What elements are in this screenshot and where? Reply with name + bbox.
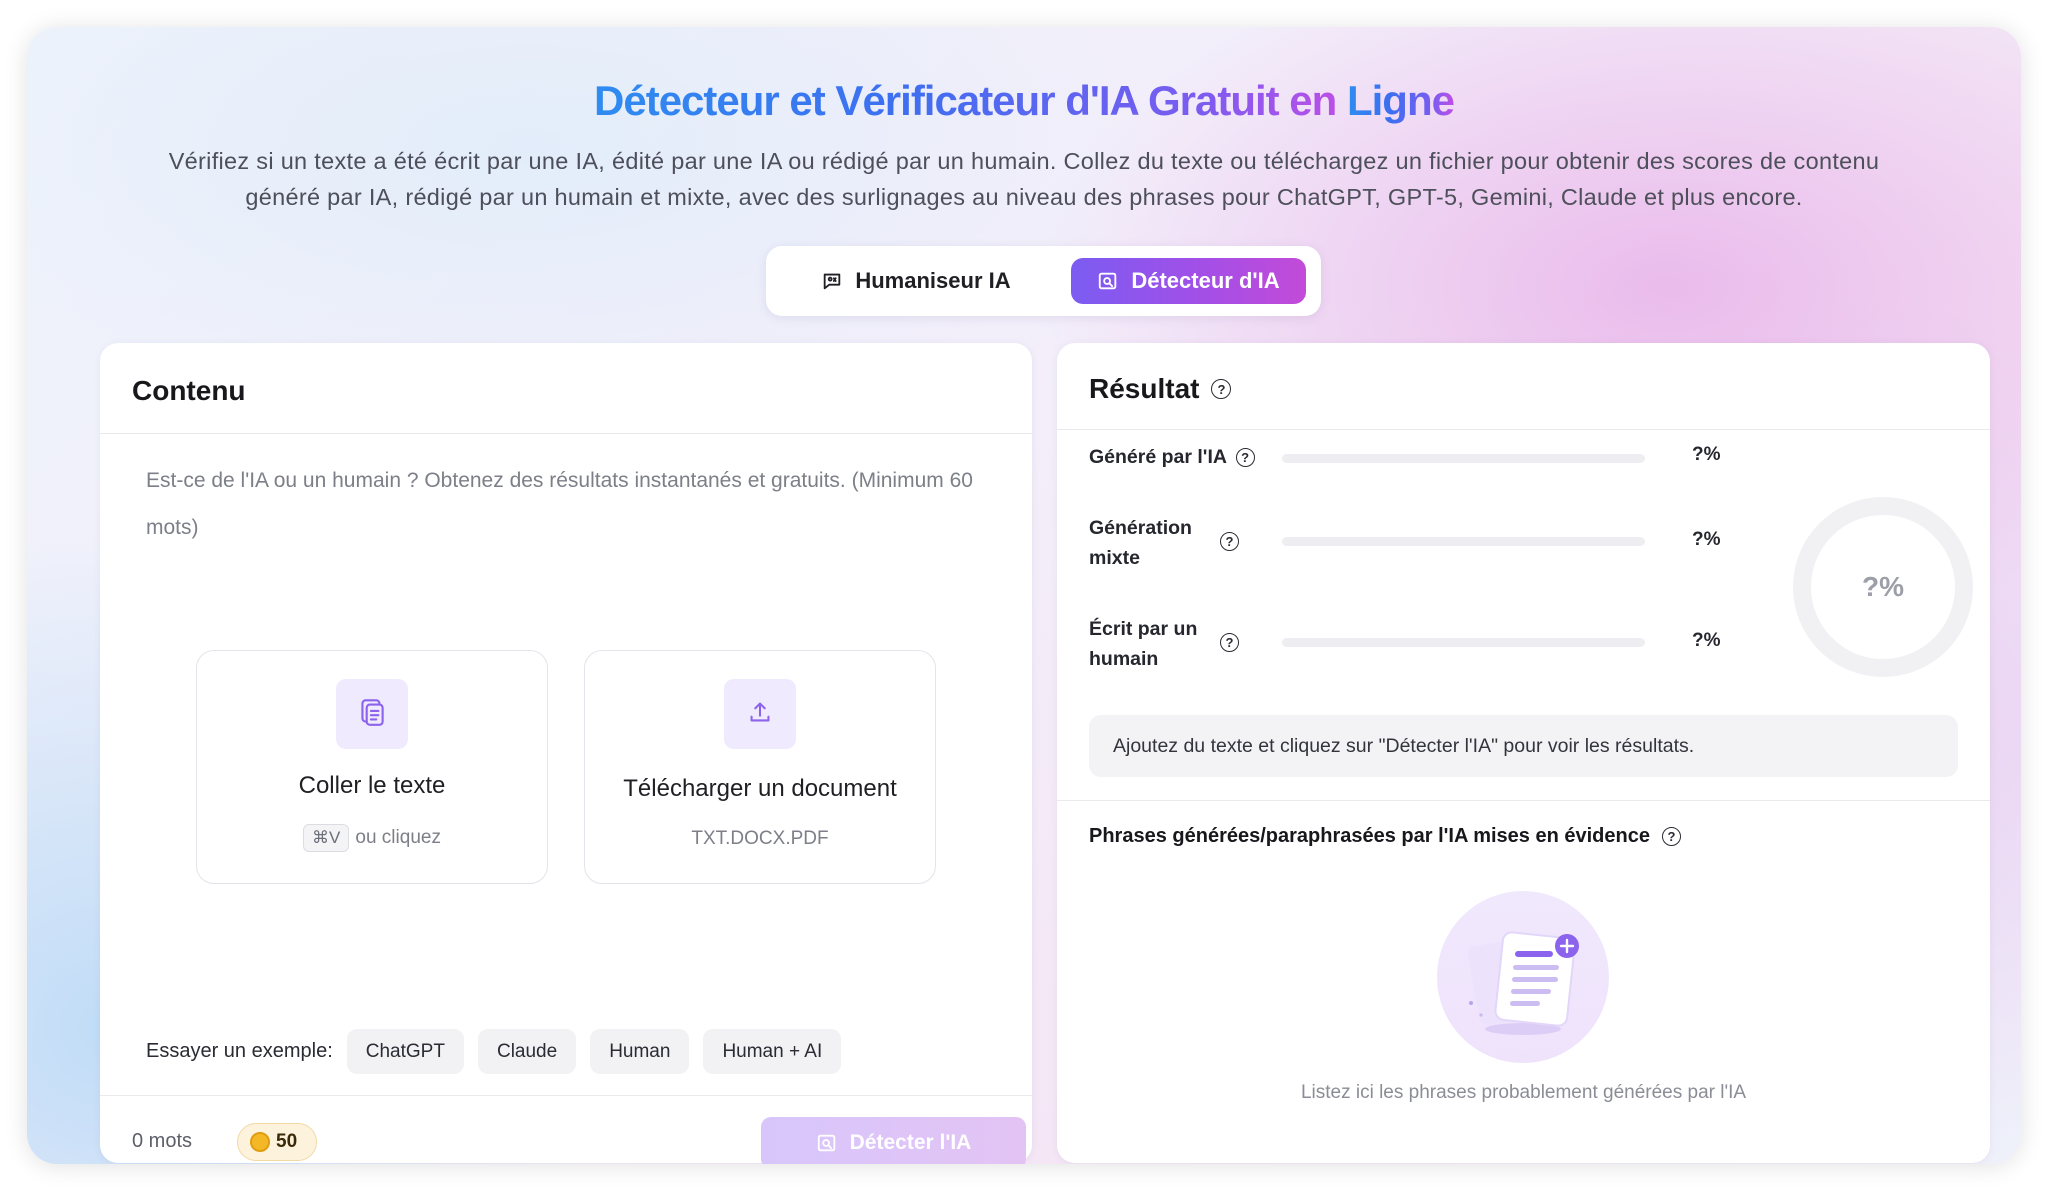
detector-icon (1097, 270, 1119, 292)
metric-mixed-bar (1282, 537, 1645, 546)
example-selector: Essayer un exemple: ChatGPT Claude Human… (146, 1029, 842, 1074)
paste-hint-text: ou cliquez (355, 827, 441, 848)
tab-detector[interactable]: Détecteur d'IA (1071, 258, 1306, 304)
result-title-text: Résultat (1089, 373, 1200, 404)
app-window: Détecteur et Vérificateur d'IA Gratuit e… (27, 27, 2021, 1164)
example-human-button[interactable]: Human (590, 1029, 690, 1074)
page-title-accent: Ligne (1346, 77, 1455, 124)
tab-humanizer[interactable]: Humaniseur IA (786, 258, 1046, 304)
tab-detector-label: Détecteur d'IA (1131, 268, 1280, 293)
content-header-divider (100, 433, 1032, 434)
metric-human-bar (1282, 638, 1645, 647)
detect-ai-button-label: Détecter l'IA (849, 1131, 972, 1154)
upload-icon (745, 697, 775, 732)
metric-mixed-value: ?% (1692, 529, 1721, 550)
coin-icon (250, 1132, 270, 1152)
highlighted-phrases-title-text: Phrases générées/paraphrasées par l'IA m… (1089, 825, 1650, 847)
word-count: 0 mots (132, 1130, 193, 1152)
result-notice: Ajoutez du texte et cliquez sur "Détecte… (1089, 715, 1958, 777)
score-ring: ?% (1793, 497, 1973, 677)
upload-document-button[interactable]: Télécharger un document TXT.DOCX.PDF (584, 650, 936, 884)
paste-text-button[interactable]: Coller le texte ⌘V ou cliquez (196, 650, 548, 884)
result-header-divider (1057, 429, 1990, 430)
page-title: Détecteur et Vérificateur d'IA Gratuit e… (27, 77, 2021, 125)
result-panel: Résultat ? Généré par l'IA ? ?% Générati… (1057, 343, 1990, 1163)
paste-shortcut-key: ⌘V (303, 824, 350, 852)
upload-icon-box (724, 679, 796, 749)
page-title-main: Détecteur et Vérificateur d'IA Gratuit e… (594, 77, 1347, 124)
text-input-area[interactable]: Est-ce de l'IA ou un humain ? Obtenez de… (146, 457, 1006, 551)
metric-mixed-help-icon[interactable]: ? (1220, 532, 1239, 551)
metric-ai-label-text: Généré par l'IA (1089, 446, 1227, 468)
paste-icon (355, 695, 389, 734)
empty-state-illustration (1437, 891, 1609, 1063)
mode-switch: Humaniseur IA Détecteur d'IA (766, 246, 1321, 316)
result-mid-divider (1057, 800, 1990, 801)
phrases-help-icon[interactable]: ? (1662, 827, 1681, 846)
metric-ai-generated-value: ?% (1692, 444, 1721, 465)
upload-formats: TXT.DOCX.PDF (691, 828, 829, 849)
content-panel: Contenu Est-ce de l'IA ou un humain ? Ob… (100, 343, 1032, 1164)
empty-state-text: Listez ici les phrases probablement géné… (1300, 1082, 1747, 1103)
metric-ai-generated-label: Généré par l'IA ? (1089, 442, 1255, 472)
content-footer-divider (100, 1095, 1032, 1096)
paste-text-label: Coller le texte (298, 772, 446, 799)
credits-value: 50 (276, 1131, 298, 1152)
example-human-ai-button[interactable]: Human + AI (703, 1029, 842, 1074)
example-claude-button[interactable]: Claude (477, 1029, 577, 1074)
result-panel-title: Résultat ? (1089, 373, 1232, 405)
credits-badge: 50 (237, 1123, 317, 1161)
tab-humanizer-label: Humaniseur IA (855, 268, 1011, 293)
result-help-icon[interactable]: ? (1211, 379, 1232, 399)
paste-text-hint: ⌘V ou cliquez (197, 824, 547, 852)
content-panel-title: Contenu (132, 375, 246, 406)
page-subtitle: Vérifiez si un texte a été écrit par une… (168, 148, 1880, 210)
metric-human-label: Écrit par un humain (1089, 618, 1198, 670)
upload-document-label: Télécharger un document (623, 775, 897, 802)
highlighted-phrases-title: Phrases générées/paraphrasées par l'IA m… (1089, 825, 1681, 848)
paste-icon-box (336, 679, 408, 749)
detect-ai-button[interactable]: Détecter l'IA (761, 1117, 1026, 1164)
detect-button-icon (816, 1132, 838, 1154)
metric-human-value: ?% (1692, 630, 1721, 651)
humanizer-icon (821, 270, 843, 292)
metric-mixed-label: Génération mixte (1089, 517, 1192, 569)
metric-human-help-icon[interactable]: ? (1220, 633, 1239, 652)
metric-ai-generated-bar (1282, 454, 1645, 463)
example-chatgpt-button[interactable]: ChatGPT (346, 1029, 464, 1074)
examples-label: Essayer un exemple: (146, 1040, 333, 1062)
metric-ai-help-icon[interactable]: ? (1235, 448, 1255, 468)
